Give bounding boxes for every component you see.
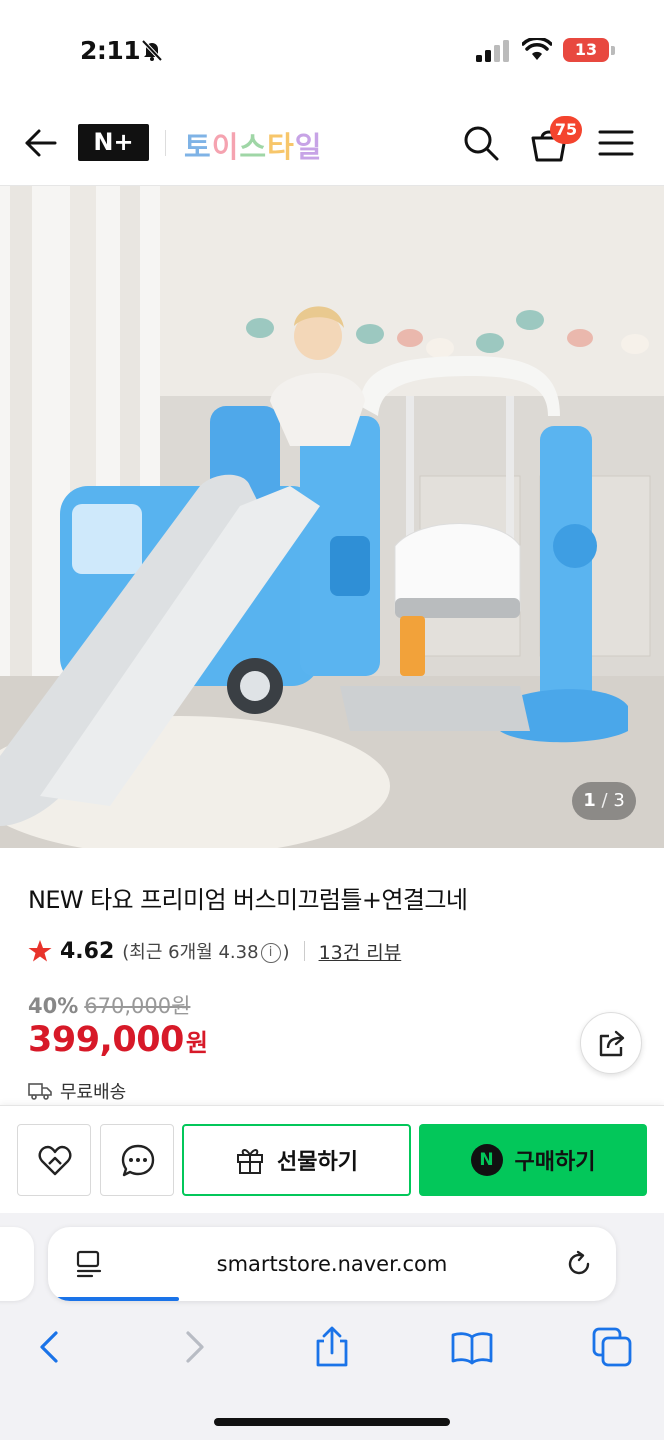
share-button[interactable] (580, 1012, 642, 1074)
cart-count-badge: 75 (550, 116, 582, 144)
sale-price: 399,000 (28, 1020, 184, 1060)
info-icon[interactable]: i (260, 943, 281, 963)
talk-button[interactable] (100, 1124, 174, 1196)
share-icon (599, 1030, 625, 1057)
discount-row: 40% 670,000원 (28, 990, 190, 1020)
star-icon (28, 940, 52, 962)
brand-char: 토 (184, 130, 212, 164)
image-counter-current: 1 (583, 790, 596, 811)
product-photo (0, 186, 664, 848)
brand-char: 일 (294, 130, 323, 164)
recent-rating-close: ) (282, 942, 290, 963)
address-bar[interactable]: smartstore.naver.com (48, 1227, 616, 1301)
image-counter-total: 3 (613, 790, 625, 811)
home-indicator[interactable] (214, 1418, 450, 1426)
brand-char: 이 (211, 130, 240, 164)
purchase-bar: 선물하기 N 구매하기 (0, 1105, 664, 1213)
original-price: 670,000원 (84, 994, 191, 1018)
battery-tip (611, 46, 615, 55)
price-row: 399,000원 (28, 1020, 208, 1060)
counter-separator: / (601, 790, 608, 811)
status-time: 2:11 (80, 36, 141, 65)
gift-button[interactable]: 선물하기 (182, 1124, 411, 1196)
bookmarks-icon[interactable] (450, 1325, 494, 1369)
heart-icon (38, 1145, 72, 1176)
chat-bubble-icon (121, 1144, 155, 1177)
share-sheet-icon[interactable] (310, 1325, 354, 1369)
wifi-icon (522, 38, 552, 60)
delivery-info: 무료배송 (28, 1078, 126, 1104)
rating-value: 4.62 (60, 938, 115, 964)
search-icon[interactable] (462, 124, 500, 162)
forward-icon[interactable] (172, 1325, 216, 1369)
previous-tab-preview[interactable] (0, 1227, 34, 1301)
back-icon[interactable] (28, 1325, 72, 1369)
product-image[interactable] (0, 186, 664, 848)
page-load-progress (48, 1297, 179, 1301)
product-title: NEW 타요 프리미엄 버스미끄럼틀+연결그네 (28, 886, 468, 914)
discount-rate: 40% (28, 994, 79, 1018)
wishlist-button[interactable] (17, 1124, 91, 1196)
status-bar: 2:11 13 (0, 0, 664, 100)
rating-divider (303, 941, 305, 961)
buy-button[interactable]: N 구매하기 (419, 1124, 647, 1196)
naver-pay-icon: N (470, 1144, 503, 1176)
gift-icon (237, 1149, 264, 1174)
brand-char: 스 (239, 130, 268, 164)
back-arrow-icon[interactable] (24, 126, 58, 160)
delivery-label: 무료배송 (60, 1082, 127, 1103)
recent-rating: (최근 6개월 4.38 i) (122, 938, 290, 964)
battery-level: 13 (574, 40, 598, 59)
image-counter: 1 / 3 (572, 782, 636, 820)
brand-name[interactable]: 토이스타일 (184, 124, 322, 164)
reload-icon[interactable] (564, 1249, 594, 1279)
url-text: smartstore.naver.com (216, 1252, 448, 1276)
recent-rating-text: (최근 6개월 4.38 (122, 942, 259, 963)
header-divider (165, 130, 166, 156)
gift-label: 선물하기 (277, 1150, 358, 1175)
price-unit: 원 (185, 1029, 209, 1057)
buy-label: 구매하기 (514, 1150, 596, 1175)
truck-icon (28, 1083, 52, 1100)
logo-text: N+ (93, 128, 134, 156)
browser-chrome: smartstore.naver.com (0, 1213, 664, 1440)
rating-row: 4.62 (최근 6개월 4.38 i) 13건 리뷰 (28, 936, 401, 966)
tabs-icon[interactable] (590, 1325, 634, 1369)
naver-plus-logo[interactable]: N+ (78, 124, 149, 161)
hamburger-menu-icon[interactable] (598, 128, 634, 158)
bell-slash-icon (141, 39, 163, 62)
review-count-link[interactable]: 13건 리뷰 (319, 938, 402, 965)
brand-char: 타 (267, 130, 295, 164)
cellular-signal-icon (476, 40, 509, 62)
